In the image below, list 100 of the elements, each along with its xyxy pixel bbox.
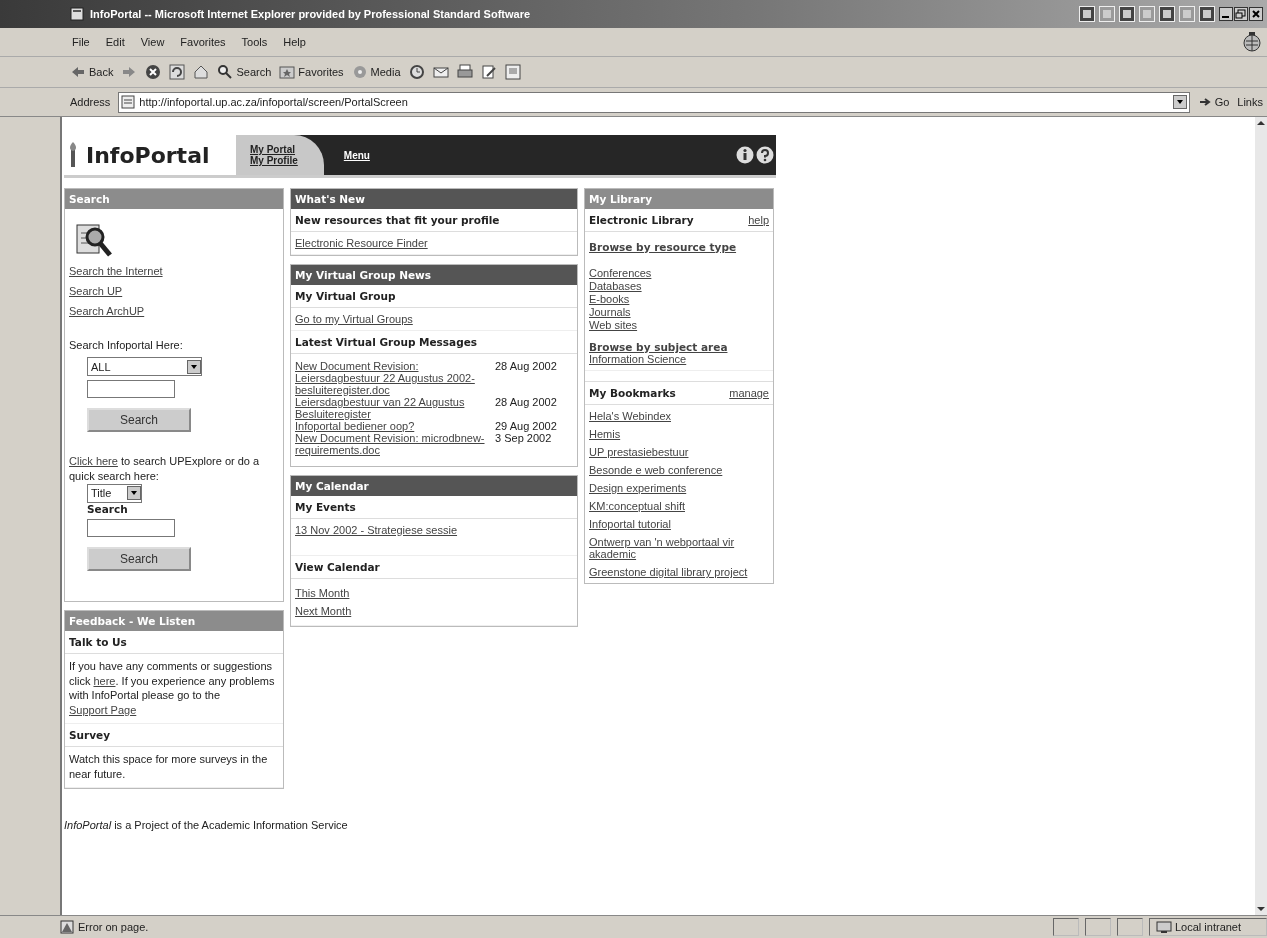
status-panel: [1053, 918, 1079, 936]
toolbar-button[interactable]: Back: [70, 64, 114, 80]
search-explore-text: Click here to search UPExplore or do a quick search here:: [69, 454, 261, 484]
tray-icon[interactable]: [1119, 6, 1135, 22]
link[interactable]: Search the Internet: [69, 265, 163, 277]
paragraph: If you have any comments or suggestions click here. If you experience any problems with InfoPortal please go to the Support Page: [65, 653, 283, 725]
menu-item[interactable]: Favorites: [180, 36, 226, 48]
link[interactable]: Hemis: [589, 428, 621, 440]
link[interactable]: help: [748, 214, 769, 226]
info-icon[interactable]: [736, 146, 754, 164]
link[interactable]: Infoportal tutorial: [589, 518, 671, 530]
dropdown[interactable]: Title: [87, 483, 142, 503]
link[interactable]: Browse by subject area: [589, 341, 728, 353]
input-field[interactable]: [87, 380, 175, 398]
field-label: Search Infoportal Here:: [69, 339, 183, 351]
link[interactable]: Click here: [69, 455, 118, 467]
link[interactable]: Support Page: [69, 704, 137, 717]
go-button[interactable]: Go: [1197, 95, 1230, 109]
message-date: 28 Aug 2002: [495, 396, 558, 408]
link[interactable]: Design experiments: [589, 482, 687, 494]
link[interactable]: Browse by resource type: [589, 241, 737, 253]
link[interactable]: Greenstone digital library project: [589, 566, 748, 578]
refresh-icon[interactable]: [169, 64, 186, 80]
link[interactable]: Web sites: [589, 319, 638, 331]
link[interactable]: Go to my Virtual Groups: [295, 313, 413, 325]
section-heading: My Bookmarks: [589, 387, 676, 399]
menu-item[interactable]: Help: [283, 36, 306, 48]
tab[interactable]: Menu: [329, 135, 396, 175]
link[interactable]: Databases: [589, 280, 642, 292]
zone-label: Local intranet: [1175, 921, 1242, 933]
link[interactable]: New Document Revision: Leiersdagbestuur 22 Augustus 2002-besluiteregister.doc: [295, 360, 489, 396]
clock-icon[interactable]: [408, 64, 425, 80]
link[interactable]: 13 Nov 2002 - Strategiese sessie: [295, 524, 458, 536]
panel-header: My Calendar: [291, 476, 577, 496]
arrow-icon: [1197, 95, 1212, 109]
dropdown[interactable]: ALL: [87, 357, 202, 376]
window-icon[interactable]: [504, 64, 521, 80]
help-icon[interactable]: [756, 146, 774, 164]
link[interactable]: Hela's Webindex: [589, 410, 671, 422]
close-icon[interactable]: [1249, 7, 1263, 21]
menu-item[interactable]: Tools: [241, 36, 268, 48]
input-field[interactable]: [87, 518, 175, 537]
stop-icon[interactable]: [145, 64, 162, 80]
link[interactable]: Ontwerp van 'n webportaal vir akademic: [589, 536, 769, 560]
panel-header: My Library: [585, 189, 773, 209]
toolbar-button[interactable]: Media: [351, 64, 401, 80]
link[interactable]: This Month: [295, 587, 350, 599]
link[interactable]: Search UP: [69, 285, 123, 297]
menu-item[interactable]: View: [140, 36, 165, 48]
section-heading: Talk to Us: [65, 630, 283, 654]
link[interactable]: E-books: [589, 293, 630, 305]
maximize-icon[interactable]: [1234, 7, 1248, 21]
link[interactable]: Search ArchUP: [69, 305, 145, 317]
menu-item[interactable]: Edit: [105, 36, 125, 48]
tab-link[interactable]: My Portal: [250, 144, 298, 155]
panel-header: My Virtual Group News: [291, 265, 577, 285]
tab-link[interactable]: Menu: [343, 149, 370, 161]
link[interactable]: Electronic Resource Finder: [295, 237, 428, 249]
address-field[interactable]: http://infoportal.up.ac.za/infoportal/screen/PortalScreen: [118, 91, 1190, 113]
link[interactable]: Leiersdagbestuur van 22 Augustus Besluiteregister: [295, 396, 489, 420]
section-heading: Survey: [65, 724, 283, 748]
tray-icon[interactable]: [1079, 6, 1095, 22]
link[interactable]: Journals: [589, 306, 631, 318]
link[interactable]: New Document Revision: microdbnew-requirements.doc: [295, 432, 489, 456]
search-button[interactable]: Search: [87, 546, 191, 571]
link[interactable]: Conferences: [589, 267, 652, 279]
link[interactable]: UP prestasiebestuur: [589, 446, 689, 458]
link[interactable]: manage: [729, 387, 769, 399]
section-heading: My Virtual Group: [291, 285, 577, 308]
link[interactable]: Infoportal bediener oop?: [295, 420, 489, 432]
address-label: Address: [70, 96, 111, 108]
field-label: Search: [87, 502, 128, 515]
minimize-icon[interactable]: [1219, 7, 1233, 21]
paragraph: Watch this space for more surveys in the near future.: [65, 747, 283, 788]
envelope-icon[interactable]: [432, 64, 449, 80]
scrollbar[interactable]: [1255, 117, 1267, 915]
disc-icon: [351, 64, 368, 80]
panel-header: What's New: [291, 189, 577, 209]
warning-page-icon: [60, 920, 74, 934]
toolbar-button[interactable]: Favorites: [279, 64, 344, 80]
home-icon[interactable]: [193, 64, 210, 80]
menu-item[interactable]: File: [72, 36, 90, 48]
search-button[interactable]: Search: [87, 408, 191, 432]
link[interactable]: Besonde e web conference: [589, 464, 723, 476]
printer-icon[interactable]: [456, 64, 473, 80]
tray-icon[interactable]: [1199, 6, 1215, 22]
links-button[interactable]: Links: [1237, 96, 1263, 108]
tab-link[interactable]: My Profile: [250, 155, 298, 166]
logo-text: InfoPortal: [86, 142, 210, 168]
link[interactable]: KM:conceptual shift: [589, 500, 685, 512]
tray-icon[interactable]: [1159, 6, 1175, 22]
pencil-page-icon[interactable]: [480, 64, 497, 80]
tab[interactable]: My Portal My Profile: [236, 135, 324, 175]
link[interactable]: Next Month: [295, 605, 352, 617]
message-date: 28 Aug 2002: [495, 360, 558, 372]
footer-text: InfoPortal is a Project of the Academic Information Service: [64, 818, 349, 831]
link[interactable]: Information Science: [589, 353, 687, 365]
toolbar-button[interactable]: Search: [217, 64, 272, 80]
section-heading: My Events: [291, 496, 577, 519]
section-heading: View Calendar: [291, 556, 577, 579]
